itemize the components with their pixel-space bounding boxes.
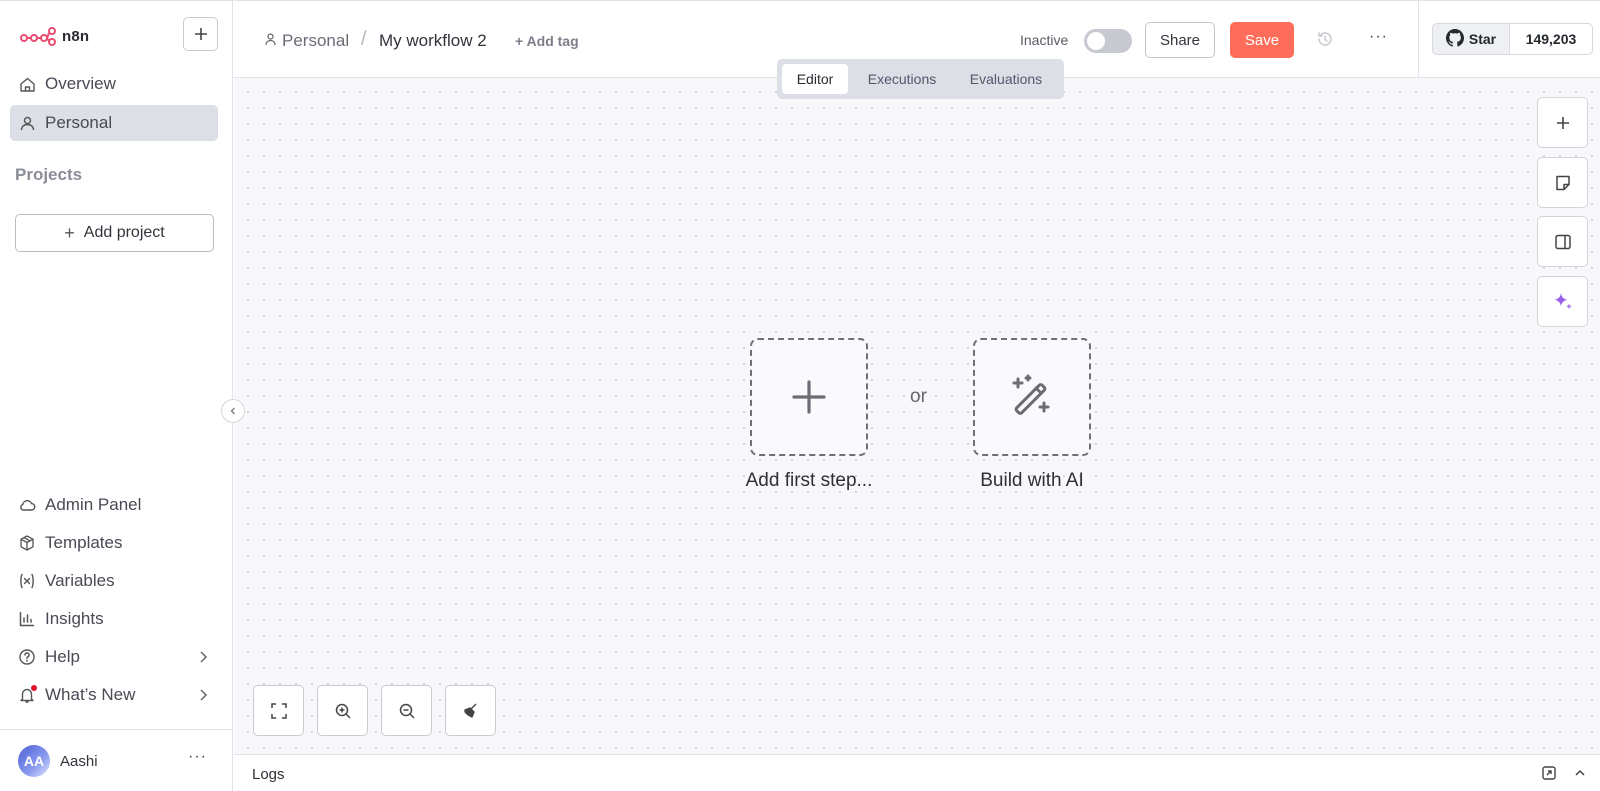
save-button[interactable]: Save [1230, 22, 1294, 58]
active-toggle[interactable] [1084, 29, 1132, 53]
sidebar-item-templates[interactable]: Templates [10, 525, 218, 561]
user-menu: AA Aashi ··· [0, 729, 233, 791]
notification-dot [31, 685, 37, 691]
user-icon [264, 31, 277, 51]
fit-view-icon [270, 702, 287, 719]
chevron-up-icon [1575, 769, 1585, 776]
help-icon [18, 648, 36, 666]
pop-out-logs-button[interactable] [1541, 765, 1557, 786]
sidebar-item-label: Overview [45, 74, 116, 93]
workflow-name[interactable]: My workflow 2 [379, 31, 487, 51]
add-node-button[interactable] [1537, 97, 1588, 148]
sidebar-item-label: Templates [45, 533, 123, 552]
or-separator: or [910, 386, 927, 407]
magic-wand-icon [1012, 374, 1050, 415]
user-name: Aashi [60, 753, 98, 770]
workflow-canvas[interactable] [234, 78, 1600, 754]
sticky-note-icon [1555, 175, 1570, 190]
workflow-history-button[interactable] [1316, 30, 1336, 50]
header-divider [1418, 1, 1419, 78]
view-tabs: Editor Executions Evaluations [777, 59, 1064, 99]
tab-editor[interactable]: Editor [782, 64, 848, 94]
n8n-logo[interactable]: n8n [20, 24, 89, 48]
add-sticky-note-button[interactable] [1537, 157, 1588, 208]
breadcrumb-separator: / [361, 28, 367, 50]
n8n-logo-icon [20, 27, 56, 46]
sidebar-item-label: What’s New [45, 685, 136, 704]
breadcrumb-project[interactable]: Personal [264, 31, 349, 51]
github-star-label: Star [1468, 31, 1497, 47]
workflow-status-label: Inactive [1020, 32, 1069, 48]
sidebar-item-personal[interactable]: Personal [10, 105, 218, 141]
plus-icon [792, 380, 826, 414]
plus-icon [1556, 116, 1569, 129]
plus-icon [194, 28, 207, 40]
add-project-button[interactable]: + Add project [15, 214, 214, 252]
user-more-menu-button[interactable]: ··· [188, 748, 207, 766]
sidebar-item-whats-new[interactable]: What’s New [10, 677, 218, 713]
toggle-panel-button[interactable] [1537, 216, 1588, 267]
avatar[interactable]: AA [18, 745, 50, 777]
projects-heading: Projects [15, 165, 83, 184]
sidebar-item-label: Admin Panel [45, 495, 142, 514]
sidebar: n8n Overview Personal Projects + Add pro… [0, 0, 233, 791]
zoom-in-button[interactable] [317, 685, 368, 736]
tidy-up-button[interactable] [445, 685, 496, 736]
cloud-icon [18, 496, 36, 514]
logs-label: Logs [252, 766, 285, 783]
add-project-label: Add project [83, 224, 165, 241]
build-with-ai-label[interactable]: Build with AI [922, 470, 1142, 492]
chevron-right-icon [198, 687, 208, 707]
sparkles-icon [1554, 292, 1572, 310]
collapse-sidebar-button[interactable] [221, 399, 245, 423]
home-icon [18, 75, 36, 93]
add-tag-button[interactable]: + Add tag [515, 33, 579, 49]
ai-assistant-button[interactable] [1537, 276, 1588, 327]
sidebar-item-insights[interactable]: Insights [10, 601, 218, 637]
github-star-count[interactable]: 149,203 [1509, 23, 1593, 55]
tab-executions[interactable]: Executions [856, 64, 948, 94]
share-button[interactable]: Share [1145, 22, 1215, 58]
sidebar-item-variables[interactable]: Variables [10, 563, 218, 599]
zoom-in-icon [335, 703, 351, 719]
logo-text: n8n [62, 27, 90, 45]
bell-icon [18, 685, 37, 704]
plus-icon: + [64, 222, 75, 243]
zoom-out-button[interactable] [381, 685, 432, 736]
workflow-more-menu-button[interactable]: ··· [1369, 28, 1388, 46]
broom-icon [463, 703, 476, 718]
fit-view-button[interactable] [253, 685, 304, 736]
build-with-ai-button[interactable] [973, 338, 1091, 456]
sidebar-item-label: Help [45, 647, 80, 666]
box-icon [18, 534, 36, 552]
github-star-button[interactable]: Star [1432, 23, 1509, 55]
user-icon [18, 114, 36, 132]
sidebar-item-help[interactable]: Help [10, 639, 218, 675]
expand-logs-button[interactable] [1573, 766, 1587, 785]
sidebar-item-label: Personal [45, 113, 113, 132]
sidebar-item-admin-panel[interactable]: Admin Panel [10, 487, 218, 523]
chevron-right-icon [198, 649, 208, 669]
history-icon [1318, 32, 1332, 46]
add-first-step-label[interactable]: Add first step... [699, 470, 919, 492]
toggle-knob [1087, 32, 1105, 50]
sidebar-item-label: Variables [45, 571, 115, 590]
breadcrumb-project-label: Personal [282, 31, 350, 50]
create-new-button[interactable] [183, 17, 218, 51]
sidebar-item-overview[interactable]: Overview [10, 66, 218, 102]
variable-icon [18, 572, 36, 590]
add-first-step-button[interactable] [750, 338, 868, 456]
zoom-out-icon [399, 703, 415, 719]
chevron-left-icon [230, 407, 235, 415]
panel-right-icon [1554, 234, 1571, 249]
tab-evaluations[interactable]: Evaluations [954, 64, 1058, 94]
pop-out-icon [1542, 766, 1556, 780]
sidebar-item-label: Insights [45, 609, 104, 628]
github-icon [1445, 28, 1464, 50]
chart-icon [18, 610, 36, 628]
logs-panel[interactable]: Logs [234, 754, 1600, 791]
